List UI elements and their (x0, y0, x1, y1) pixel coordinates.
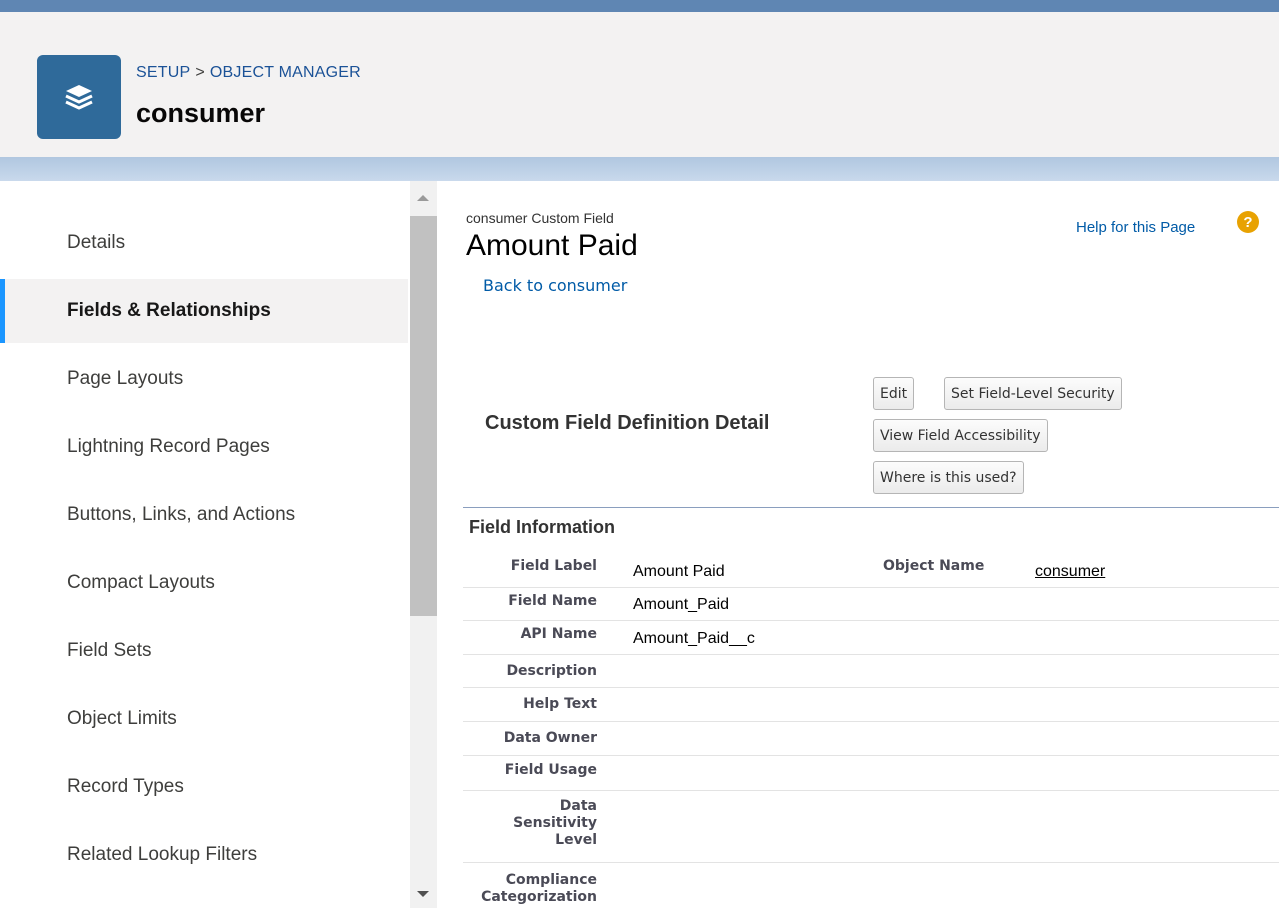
field-label: Field Name (508, 593, 597, 609)
breadcrumb-object-manager[interactable]: OBJECT MANAGER (210, 64, 361, 81)
sidebar-item-fields-relationships[interactable]: Fields & Relationships (0, 279, 408, 343)
table-row: Field Name Amount_Paid (463, 587, 1279, 621)
where-is-this-used-button[interactable]: Where is this used? (873, 461, 1024, 494)
decorative-band (0, 157, 1279, 181)
field-label: Data Owner (503, 730, 597, 746)
help-link[interactable]: Help for this Page (1076, 219, 1195, 236)
field-label: Field Label (510, 558, 597, 574)
top-strip (0, 0, 1279, 12)
scroll-down-arrow-icon[interactable] (417, 891, 429, 897)
sidebar-item-object-limits[interactable]: Object Limits (0, 687, 408, 751)
table-row: Data Sensitivity Level (463, 790, 1279, 863)
question-icon[interactable]: ? (1237, 211, 1259, 233)
field-value: Amount_Paid__c (633, 630, 755, 647)
table-row: Field Usage (463, 755, 1279, 791)
breadcrumb-setup[interactable]: SETUP (136, 64, 190, 81)
table-row: Description (463, 654, 1279, 688)
table-row: Compliance Categorization (463, 862, 1279, 908)
table-row: API Name Amount_Paid__c (463, 620, 1279, 655)
main-content: consumer Custom Field Amount Paid Back t… (437, 181, 1279, 908)
field-value: Amount Paid (633, 563, 725, 580)
field-label: Compliance Categorization (481, 872, 597, 905)
field-value: Amount_Paid (633, 596, 730, 613)
sidebar-item-page-layouts[interactable]: Page Layouts (0, 347, 408, 411)
section-title: Custom Field Definition Detail (485, 412, 770, 434)
edit-button[interactable]: Edit (873, 377, 915, 410)
object-name-label: Object Name (883, 558, 985, 574)
sidebar-item-details[interactable]: Details (0, 211, 408, 275)
sidebar-item-related-lookup-filters[interactable]: Related Lookup Filters (0, 823, 408, 887)
breadcrumb: SETUP > OBJECT MANAGER (136, 64, 361, 82)
field-label: Data Sensitivity Level (513, 798, 597, 848)
breadcrumb-separator: > (195, 64, 205, 81)
sidebar-item-buttons-links-actions[interactable]: Buttons, Links, and Actions (0, 483, 408, 547)
back-link[interactable]: Back to consumer (483, 276, 627, 295)
scroll-up-arrow-icon[interactable] (417, 195, 429, 201)
section-divider (463, 507, 1279, 508)
table-row: Help Text (463, 687, 1279, 722)
view-field-accessibility-button[interactable]: View Field Accessibility (873, 419, 1048, 452)
field-label: Help Text (523, 696, 597, 712)
object-title: consumer (136, 98, 266, 128)
sidebar-item-lightning-record-pages[interactable]: Lightning Record Pages (0, 415, 408, 479)
field-label: API Name (520, 626, 597, 642)
field-label: Field Usage (504, 762, 597, 778)
sidebar: Details Fields & Relationships Page Layo… (0, 181, 408, 908)
field-label: Description (506, 663, 597, 679)
table-row: Data Owner (463, 721, 1279, 756)
layers-icon (37, 55, 121, 139)
sidebar-item-field-sets[interactable]: Field Sets (0, 619, 408, 683)
object-header: SETUP > OBJECT MANAGER consumer (0, 12, 1279, 158)
page-pre-title: consumer Custom Field (466, 210, 614, 226)
scrollbar-thumb[interactable] (410, 216, 437, 616)
sidebar-item-record-types[interactable]: Record Types (0, 755, 408, 819)
field-information-title: Field Information (469, 517, 615, 537)
sidebar-item-compact-layouts[interactable]: Compact Layouts (0, 551, 408, 615)
object-name-link[interactable]: consumer (1035, 563, 1105, 581)
set-field-level-security-button[interactable]: Set Field-Level Security (944, 377, 1122, 410)
page-title: Amount Paid (466, 229, 638, 262)
table-row: Field Label Amount Paid Object Name cons… (463, 551, 1279, 588)
